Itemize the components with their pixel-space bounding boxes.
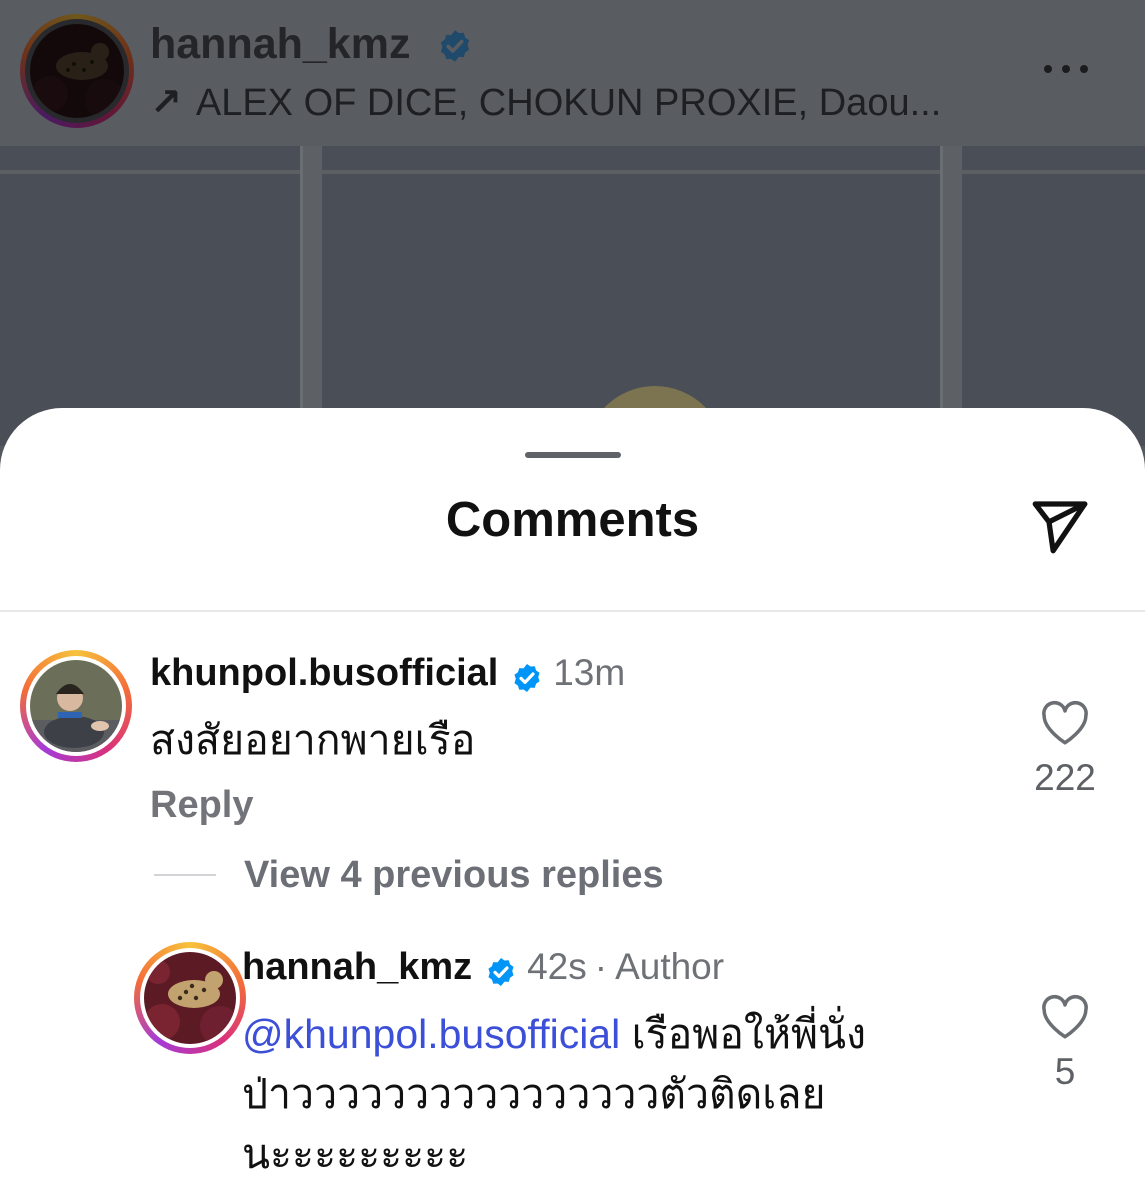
reply-like-control: 5 (1020, 994, 1110, 1093)
more-options-icon[interactable] (1030, 54, 1102, 84)
sheet-divider (0, 610, 1145, 612)
comment-username[interactable]: khunpol.busofficial (150, 652, 498, 694)
replies-line (154, 874, 216, 876)
mention-link[interactable]: @khunpol.busofficial (242, 1011, 620, 1057)
reply-like-count: 5 (1054, 1051, 1076, 1092)
share-paper-plane-icon[interactable] (1022, 488, 1098, 564)
reply-text-line-2: ป่าววววววววววววววววตัวติดเลย (242, 1071, 826, 1117)
verified-badge-icon (485, 956, 517, 993)
view-previous-replies-button[interactable]: View 4 previous replies (244, 854, 664, 897)
post-username[interactable]: hannah_kmz (150, 20, 410, 69)
reply-author-avatar[interactable] (134, 942, 246, 1054)
like-control: 222 (1020, 700, 1110, 799)
post-collaborators[interactable]: ↗ ALEX OF DICE, CHOKUN PROXIE, Daou... (150, 80, 941, 125)
comment-time: 13m (553, 652, 626, 693)
reply-header: hannah_kmz 42s · Author (242, 946, 724, 993)
reply-time: 42s (527, 946, 587, 987)
reply-text-line-1: เรือพอให้พี่นั่ง (631, 1011, 867, 1057)
commenter-avatar[interactable] (20, 650, 132, 762)
cheetah-avatar-image (30, 24, 124, 118)
author-label: Author (615, 946, 725, 987)
comment-header: khunpol.busofficial 13m (150, 652, 625, 699)
reply-username[interactable]: hannah_kmz (242, 946, 472, 988)
reply-text-line-3: นะะะะะะะะะ (242, 1131, 469, 1177)
collaborators-text: ALEX OF DICE, CHOKUN PROXIE, Daou... (195, 82, 942, 124)
like-count: 222 (1034, 757, 1096, 798)
heart-icon[interactable] (1020, 700, 1110, 751)
comments-sheet: Comments khunpol.busofficial 13m สงสัยอย… (0, 408, 1145, 1200)
verified-badge-icon (437, 28, 473, 69)
collab-arrow-icon: ↗ (150, 82, 182, 124)
post-media (0, 146, 1145, 446)
cheetah-avatar-image (144, 952, 236, 1044)
sheet-title: Comments (445, 493, 700, 547)
post-author-avatar[interactable] (20, 14, 134, 128)
reply-button[interactable]: Reply (150, 784, 253, 827)
separator-dot: · (594, 946, 608, 987)
reply-text: @khunpol.busofficial เรือพอให้พี่นั่ง ป่… (242, 1004, 1002, 1184)
heart-icon[interactable] (1020, 994, 1110, 1045)
person-avatar-image (30, 660, 122, 752)
verified-badge-icon (511, 662, 543, 699)
comment-text: สงสัยอยากพายเรือ (150, 717, 476, 763)
sheet-grabber[interactable] (525, 452, 621, 458)
post-header: hannah_kmz ↗ ALEX OF DICE, CHOKUN PROXIE,… (0, 0, 1145, 146)
